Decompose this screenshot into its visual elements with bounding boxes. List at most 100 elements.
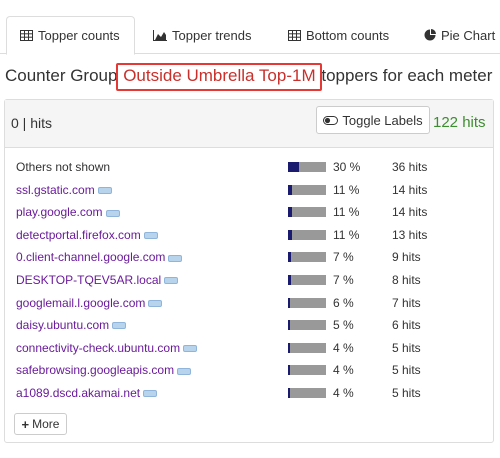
share-bar-fill [288,184,292,195]
toggle-labels-button[interactable]: Toggle Labels [316,106,430,134]
host-name: detectportal.firefox.com [16,227,141,242]
host-name: safebrowsing.googleapis.com [16,363,175,378]
share-bar [288,252,326,263]
label-tag-icon[interactable] [148,299,163,307]
host-name: connectivity-check.ubuntu.com [16,340,181,355]
list-item: DESKTOP-TQEV5AR.local 7 % 8 hits [16,269,486,292]
host-name: daisy.ubuntu.com [16,318,110,333]
share-bar [288,274,326,285]
label-tag-icon[interactable] [143,390,158,398]
label-tag-icon[interactable] [168,254,183,262]
table-icon [288,29,301,41]
list-item: detectportal.firefox.com 11 % 13 hits [16,224,486,247]
tab-label: Topper counts [38,28,120,43]
host-link[interactable]: daisy.ubuntu.com [16,318,127,333]
share-bar [288,162,326,172]
host-link[interactable]: play.google.com [16,205,120,219]
tab-topper-trends[interactable]: Topper trends [153,16,252,54]
hits-value: 13 hits [392,227,428,242]
list-item: connectivity-check.ubuntu.com 4 % 5 hits [16,337,486,360]
percent-value: 11 % [333,205,360,220]
share-bar [288,387,326,398]
percent-value: 4 % [333,363,354,378]
heading-prefix: Counter Group [5,66,123,85]
host-link[interactable]: googlemail.l.google.com [16,295,163,310]
highlight-box [116,63,322,91]
label-tag-icon[interactable] [183,345,198,353]
share-bar-fill [288,207,292,218]
share-bar-fill [288,229,292,240]
percent-value: 11 % [333,227,360,242]
list-item: ssl.gstatic.com 11 % 14 hits [16,179,486,202]
list-item: daisy.ubuntu.com 5 % 6 hits [16,314,486,337]
share-bar-fill [288,162,299,172]
share-bar [288,365,326,376]
toggle-labels-label: Toggle Labels [342,112,423,128]
hits-value: 5 hits [392,363,421,378]
topper-list: Others not shown 30 % 36 hits ssl.gstatic.c… [16,156,486,405]
hits-value: 5 hits [392,385,421,400]
area-chart-icon [153,29,167,41]
label-tag-icon[interactable] [143,232,158,240]
host-name: a1089.dscd.akamai.net [16,385,141,400]
share-bar-fill [288,297,290,308]
share-bar [288,342,326,353]
tab-label: Topper trends [172,27,252,43]
meter-label: 0 | hits [11,115,52,131]
label-tag-icon[interactable] [112,322,127,330]
host-name: DESKTOP-TQEV5AR.local [16,272,162,287]
list-item: safebrowsing.googleapis.com 4 % 5 hits [16,359,486,382]
hits-value: 14 hits [392,205,428,220]
list-item: 0.client-channel.google.com 7 % 9 hits [16,246,486,269]
host-link[interactable]: connectivity-check.ubuntu.com [16,340,198,355]
table-icon [20,30,33,41]
tab-label: Bottom counts [306,27,390,43]
panel-header: 0 | hits Toggle Labels 122 hits [5,100,493,148]
host-link[interactable]: DESKTOP-TQEV5AR.local [16,272,179,287]
host-name: 0.client-channel.google.com [16,250,166,265]
host-name: googlemail.l.google.com [16,295,146,310]
more-label: More [32,417,60,431]
list-item: googlemail.l.google.com 6 % 7 hits [16,292,486,315]
list-item: a1089.dscd.akamai.net 4 % 5 hits [16,382,486,405]
tab-topper-counts[interactable]: Topper counts [6,16,135,55]
tab-label: Pie Chart [441,27,496,43]
host-link[interactable]: ssl.gstatic.com [16,183,112,197]
host-link[interactable]: a1089.dscd.akamai.net [16,385,158,400]
more-button[interactable]: + More [14,413,67,435]
hits-value: 6 hits [392,318,421,333]
label-tag-icon[interactable] [97,186,112,194]
heading-suffix: toppers for each meter [316,66,493,85]
label-tag-icon[interactable] [105,209,120,217]
percent-value: 30 % [333,160,361,174]
topper-panel: 0 | hits Toggle Labels 122 hits Others n… [4,99,494,443]
percent-value: 4 % [333,385,354,400]
hits-value: 8 hits [392,272,421,287]
host-link[interactable]: safebrowsing.googleapis.com [16,363,192,378]
hits-value: 7 hits [392,295,421,310]
share-bar-fill [288,387,290,398]
share-bar [288,320,326,331]
percent-value: 7 % [333,272,354,287]
host-name: Others not shown [16,160,111,174]
others-label: Others not shown [16,160,110,174]
hits-value: 9 hits [392,250,421,265]
share-bar-fill [288,274,291,285]
share-bar-fill [288,365,290,376]
share-bar [288,207,326,218]
share-bar [288,297,326,308]
share-bar [288,184,326,195]
tab-bar: Topper counts Topper trends Bottom count… [0,0,500,55]
percent-value: 11 % [333,182,360,197]
host-link[interactable]: 0.client-channel.google.com [16,250,183,265]
label-tag-icon[interactable] [177,367,192,375]
host-link[interactable]: detectportal.firefox.com [16,228,158,242]
tab-bottom-counts[interactable]: Bottom counts [288,16,389,54]
share-bar-fill [288,252,291,263]
hits-value: 14 hits [392,182,428,197]
tab-pie-chart[interactable]: Pie Chart [424,16,495,54]
host-name: play.google.com [16,205,103,220]
percent-value: 4 % [333,340,354,355]
plus-icon: + [21,416,30,432]
label-tag-icon[interactable] [164,277,179,285]
